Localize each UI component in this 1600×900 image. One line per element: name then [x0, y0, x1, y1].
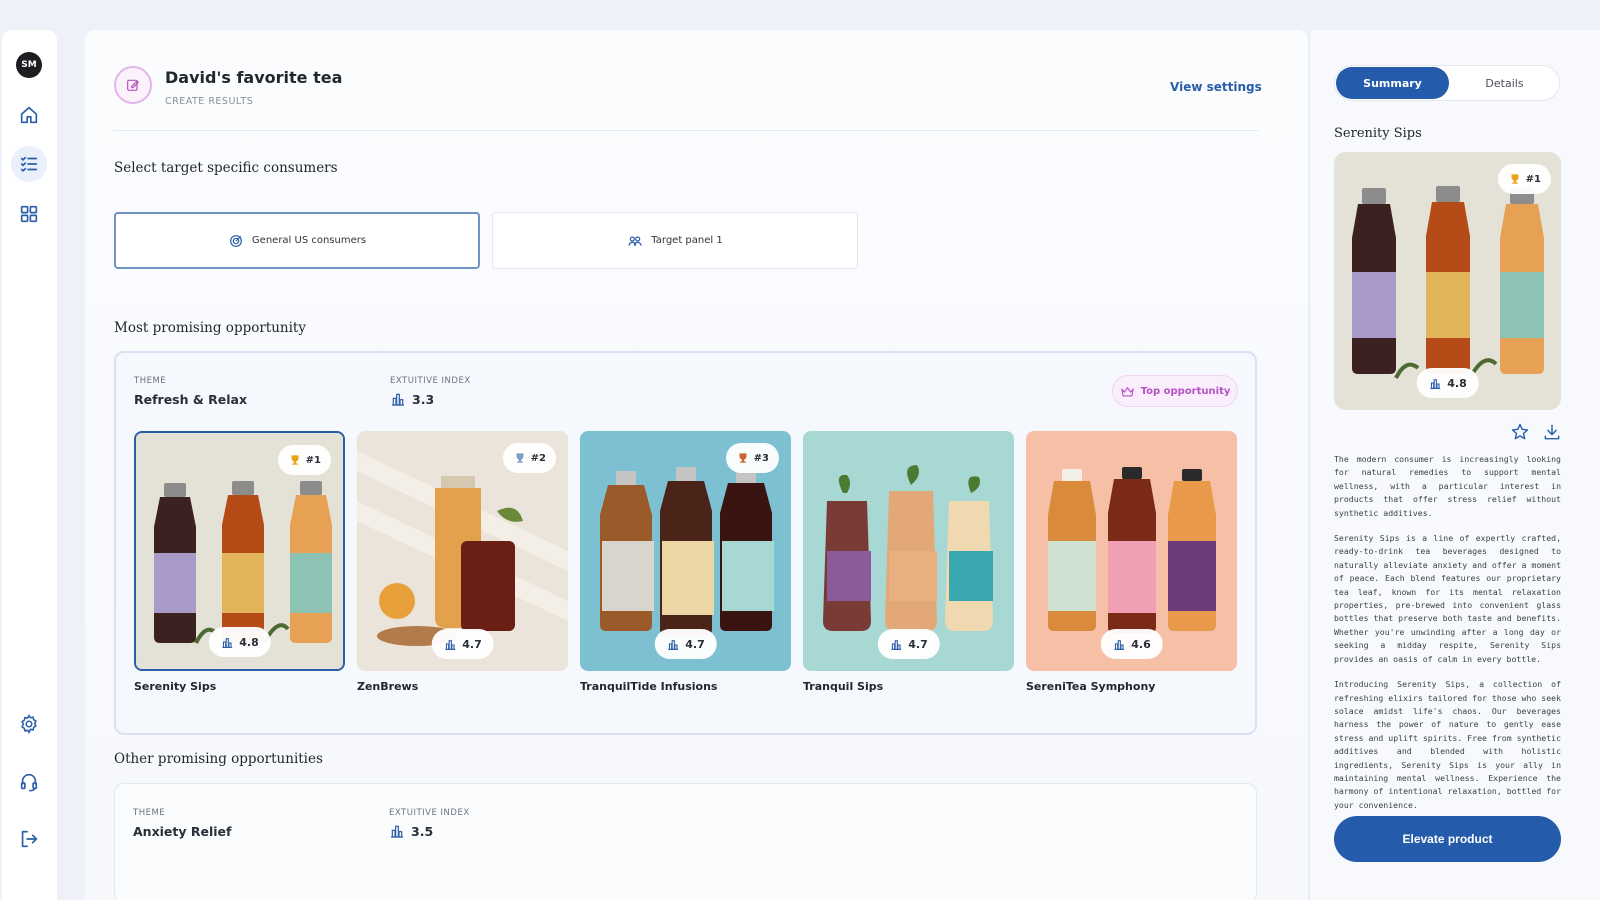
grid-icon[interactable] [11, 196, 47, 232]
header-divider [113, 130, 1258, 131]
bar-chart-icon [392, 393, 404, 406]
trophy-icon [516, 453, 524, 463]
target-icon [229, 234, 242, 247]
theme-label: THEME [134, 376, 167, 386]
rank-badge: #1 [1497, 164, 1551, 194]
page-subtitle: CREATE RESULTS [165, 96, 254, 107]
rank-badge: #1 [277, 445, 331, 475]
product-card[interactable]: #2 4.7 [357, 431, 568, 671]
bar-chart-icon [890, 639, 901, 650]
home-icon[interactable] [11, 97, 47, 133]
gear-icon[interactable] [11, 706, 47, 742]
score-badge: 4.7 [654, 629, 717, 659]
score-badge: 4.7 [431, 629, 494, 659]
opportunity-card[interactable]: THEME Anxiety Relief EXTUITIVE INDEX 3.5 [114, 783, 1257, 900]
product-name: Serenity Sips [134, 680, 217, 693]
checklist-icon[interactable] [11, 146, 47, 182]
view-toggle: Summary Details [1334, 65, 1560, 101]
product-card[interactable]: 4.7 [803, 431, 1014, 671]
product-name: ZenBrews [357, 680, 419, 693]
product-name: Tranquil Sips [803, 680, 884, 693]
logout-icon[interactable] [11, 821, 47, 857]
page-title: David's favorite tea [165, 68, 343, 87]
star-icon[interactable] [1510, 422, 1530, 442]
trophy-icon [1511, 174, 1519, 184]
tab-summary[interactable]: Summary [1336, 67, 1449, 99]
detail-description: The modern consumer is increasingly look… [1334, 453, 1561, 824]
sidebar: SM [2, 30, 57, 900]
trophy-icon [739, 453, 747, 463]
edit-icon[interactable] [114, 66, 152, 104]
bar-chart-icon [391, 825, 403, 838]
consumers-heading: Select target specific consumers [114, 160, 338, 176]
detail-panel: Summary Details Serenity Sips #1 4.8 The… [1309, 30, 1600, 900]
bar-chart-icon [444, 639, 455, 650]
rank-badge: #2 [502, 443, 556, 473]
view-settings-link[interactable]: View settings [1170, 80, 1262, 94]
score-badge: 4.8 [1416, 368, 1479, 398]
bar-chart-icon [667, 639, 678, 650]
people-icon [628, 235, 642, 246]
theme-label: THEME [133, 808, 166, 818]
tab-details[interactable]: Details [1448, 67, 1561, 99]
bar-chart-icon [1429, 378, 1440, 389]
elevate-product-button[interactable]: Elevate product [1334, 816, 1561, 862]
top-opportunity-badge: Top opportunity [1112, 375, 1238, 407]
consumer-option-label: Target panel 1 [651, 235, 723, 246]
score-badge: 4.8 [208, 627, 271, 657]
headset-icon[interactable] [11, 764, 47, 800]
theme-value: Anxiety Relief [133, 824, 232, 839]
index-value: 3.5 [389, 823, 433, 839]
score-badge: 4.7 [877, 629, 940, 659]
product-card[interactable]: #3 4.7 [580, 431, 791, 671]
rank-badge: #3 [725, 443, 779, 473]
description-paragraph: Serenity Sips is a line of expertly craf… [1334, 533, 1561, 664]
product-name: SereniTea Symphony [1026, 680, 1156, 693]
product-card[interactable]: 4.6 [1026, 431, 1237, 671]
top-opportunity-card: THEME Refresh & Relax EXTUITIVE INDEX 3.… [114, 351, 1257, 735]
index-value: 3.3 [390, 391, 434, 407]
detail-product-image: #1 4.8 [1334, 152, 1561, 410]
general-us-consumers-button[interactable]: General US consumers [114, 212, 480, 269]
product-name: TranquilTide Infusions [580, 680, 718, 693]
other-opportunities-heading: Other promising opportunities [114, 751, 323, 767]
download-icon[interactable] [1542, 422, 1562, 442]
target-panel-button[interactable]: Target panel 1 [492, 212, 858, 269]
main-panel: David's favorite tea CREATE RESULTS View… [85, 30, 1308, 900]
trophy-icon [291, 455, 299, 465]
crown-icon [1120, 386, 1134, 396]
avatar[interactable]: SM [16, 52, 42, 78]
bar-chart-icon [1113, 639, 1124, 650]
index-label: EXTUITIVE INDEX [390, 376, 471, 386]
index-label: EXTUITIVE INDEX [389, 808, 470, 818]
detail-actions [1510, 422, 1562, 442]
description-paragraph: The modern consumer is increasingly look… [1334, 454, 1561, 518]
score-badge: 4.6 [1100, 629, 1163, 659]
theme-value: Refresh & Relax [134, 392, 248, 407]
consumer-option-label: General US consumers [251, 235, 367, 246]
detail-title: Serenity Sips [1334, 126, 1422, 141]
description-paragraph: Introducing Serenity Sips, a collection … [1334, 679, 1561, 810]
most-promising-heading: Most promising opportunity [114, 320, 306, 336]
product-card[interactable]: #1 4.8 [134, 431, 345, 671]
bar-chart-icon [221, 637, 232, 648]
